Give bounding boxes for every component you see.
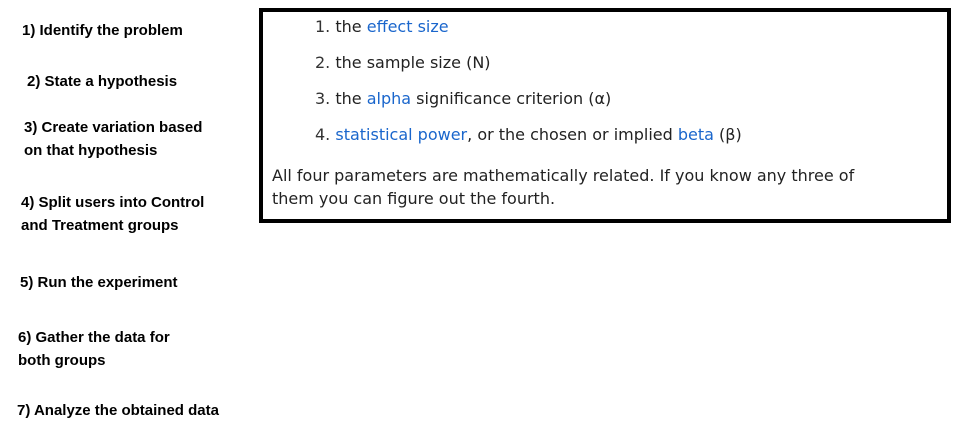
item-1-number: 1. bbox=[315, 17, 331, 36]
step-6: 6) Gather the data for both groups bbox=[18, 326, 170, 372]
statistical-power-link[interactable]: statistical power bbox=[335, 125, 467, 144]
step-4-line1: 4) Split users into Control bbox=[21, 194, 205, 211]
item-4-number: 4. bbox=[315, 125, 331, 144]
item-2-text: the sample size (N) bbox=[335, 53, 491, 72]
step-3-line2: on that hypothesis bbox=[24, 142, 158, 159]
step-4-line2: and Treatment groups bbox=[21, 217, 179, 234]
step-7-label: 7) Analyze the obtained data bbox=[17, 402, 219, 419]
beta-link[interactable]: beta bbox=[678, 125, 714, 144]
parameter-item-1: 1. the effect size bbox=[315, 17, 449, 37]
item-2-number: 2. bbox=[315, 53, 331, 72]
step-2-label: 2) State a hypothesis bbox=[27, 73, 178, 90]
step-6-line2: both groups bbox=[18, 352, 106, 369]
effect-size-link[interactable]: effect size bbox=[367, 17, 449, 36]
paragraph-line-1: All four parameters are mathematically r… bbox=[272, 166, 855, 185]
parameter-item-2: 2. the sample size (N) bbox=[315, 53, 491, 73]
paragraph-line-2: them you can figure out the fourth. bbox=[272, 189, 556, 208]
step-5-label: 5) Run the experiment bbox=[20, 274, 178, 291]
step-2: 2) State a hypothesis bbox=[27, 70, 177, 93]
step-1-label: 1) Identify the problem bbox=[22, 22, 183, 39]
parameter-item-4: 4. statistical power, or the chosen or i… bbox=[315, 125, 742, 145]
step-3: 3) Create variation based on that hypoth… bbox=[24, 116, 202, 162]
item-1-text: the bbox=[335, 17, 362, 36]
step-6-line1: 6) Gather the data for bbox=[18, 329, 170, 346]
step-5: 5) Run the experiment bbox=[20, 271, 178, 294]
item-4-text-mid: , or the chosen or implied bbox=[467, 125, 673, 144]
step-7: 7) Analyze the obtained data bbox=[17, 399, 219, 422]
item-3-text-post: significance criterion (α) bbox=[416, 89, 612, 108]
item-4-text-post: (β) bbox=[719, 125, 742, 144]
parameters-box: 1. the effect size 2. the sample size (N… bbox=[259, 8, 951, 223]
relation-paragraph: All four parameters are mathematically r… bbox=[272, 164, 947, 210]
step-3-line1: 3) Create variation based bbox=[24, 119, 203, 136]
step-1: 1) Identify the problem bbox=[22, 19, 183, 42]
alpha-link[interactable]: alpha bbox=[367, 89, 411, 108]
step-4: 4) Split users into Control and Treatmen… bbox=[21, 191, 204, 237]
item-3-number: 3. bbox=[315, 89, 331, 108]
item-3-text-pre: the bbox=[335, 89, 362, 108]
parameter-item-3: 3. the alpha significance criterion (α) bbox=[315, 89, 611, 109]
